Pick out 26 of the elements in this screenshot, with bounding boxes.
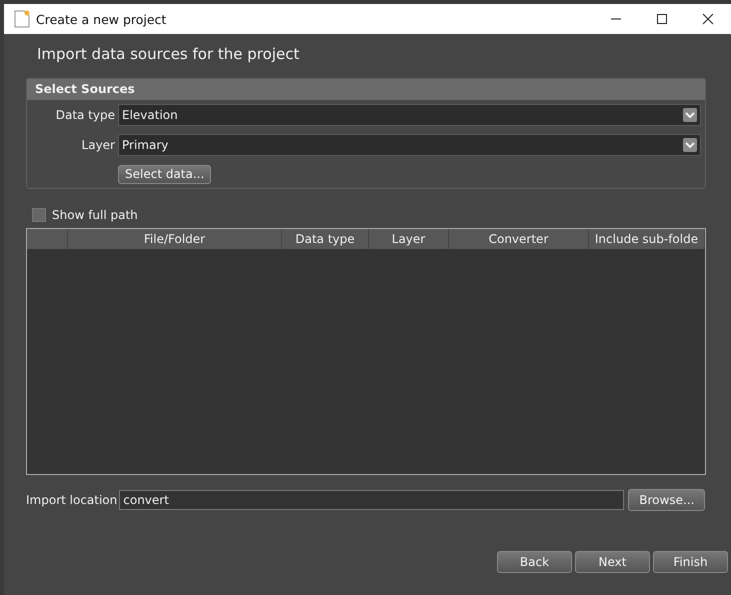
column-header[interactable]: Converter (449, 229, 589, 249)
location-field[interactable]: convert (119, 490, 624, 510)
close-icon (702, 13, 714, 25)
checkbox[interactable] (32, 208, 46, 222)
dropdown[interactable]: Elevation (118, 104, 701, 126)
panel-header: Select Sources (27, 79, 705, 100)
column-header[interactable]: File/Folder (68, 229, 282, 249)
window-title: Create a new project (36, 12, 166, 26)
maximize-icon (656, 13, 668, 25)
field-label: Data type (54, 108, 116, 122)
chevron-icon (683, 138, 697, 152)
browse-button[interactable]: Browse... (628, 489, 706, 511)
page-heading: Import data sources for the project (37, 45, 300, 65)
field-label: Layer (80, 138, 116, 152)
dropdown[interactable]: Primary (118, 134, 701, 156)
column-header[interactable]: Include sub-folde (589, 229, 705, 249)
field-label: Import location (26, 493, 118, 507)
column-header[interactable]: Data type (282, 229, 369, 249)
chevron-icon (683, 108, 697, 122)
document-icon (14, 10, 30, 28)
wizard-button[interactable]: Next (575, 551, 650, 573)
select-data-button[interactable]: Select data... (118, 164, 212, 184)
wizard-button[interactable]: Back (497, 551, 572, 573)
checkbox-label: Show full path (52, 208, 138, 222)
column-header[interactable]: Layer (369, 229, 449, 249)
wizard-button[interactable]: Finish (653, 551, 728, 573)
